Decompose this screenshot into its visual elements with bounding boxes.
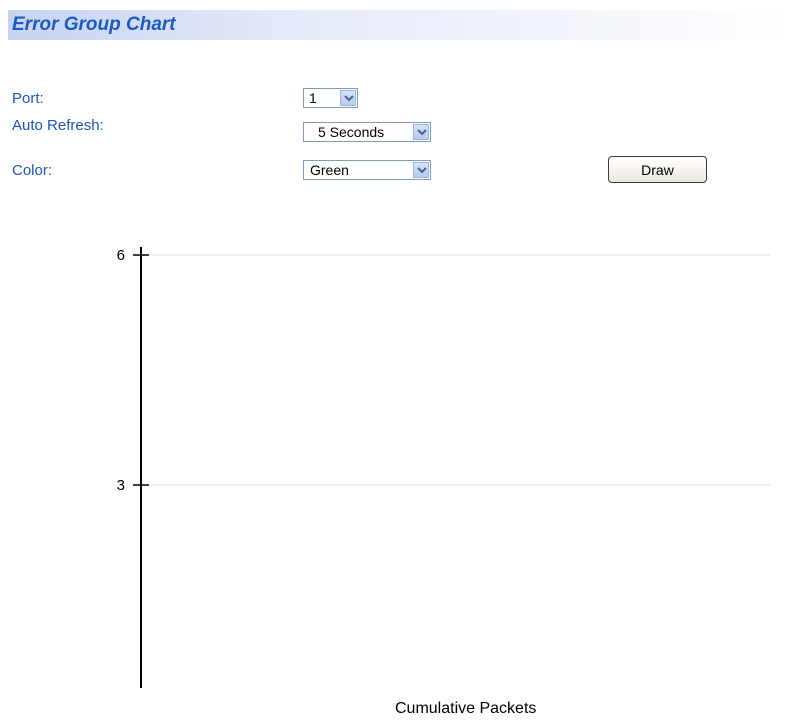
port-select[interactable]: 1 xyxy=(303,88,358,108)
chevron-down-icon[interactable] xyxy=(413,162,429,178)
color-select[interactable]: Green xyxy=(303,160,431,180)
draw-button[interactable]: Draw xyxy=(608,156,707,183)
y-tick-label: 3 xyxy=(117,477,125,494)
title-bar: Error Group Chart xyxy=(8,10,797,40)
chevron-down-icon[interactable] xyxy=(340,90,356,106)
port-label: Port: xyxy=(12,90,44,107)
x-axis-label: Cumulative Packets xyxy=(395,700,537,717)
auto-refresh-select[interactable]: 5 Seconds xyxy=(303,122,431,142)
color-select-value: Green xyxy=(310,162,349,178)
error-group-chart: 36 xyxy=(117,247,770,688)
auto-refresh-select-value: 5 Seconds xyxy=(318,124,385,140)
port-select-value: 1 xyxy=(309,90,317,106)
color-label: Color: xyxy=(12,162,53,179)
page-title: Error Group Chart xyxy=(12,14,176,35)
auto-refresh-label: Auto Refresh: xyxy=(12,117,104,134)
chevron-down-icon[interactable] xyxy=(413,124,429,140)
y-tick-label: 6 xyxy=(117,247,125,264)
